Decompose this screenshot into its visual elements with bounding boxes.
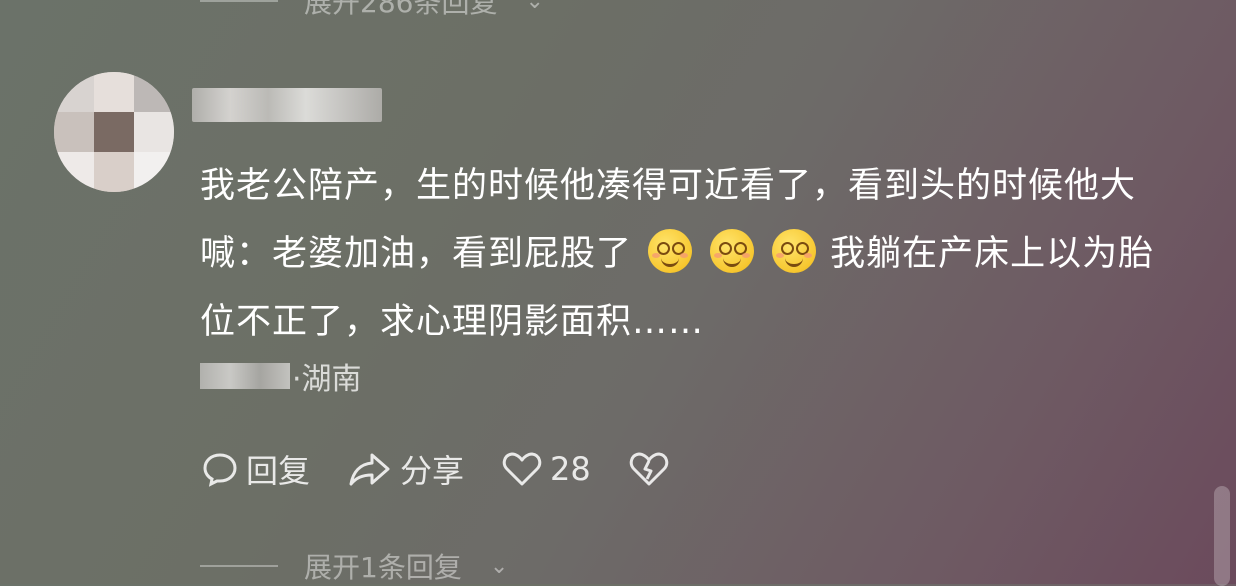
smiling-face-emoji	[710, 229, 755, 273]
divider-line	[200, 0, 278, 2]
like-button[interactable]: 28	[502, 450, 591, 488]
share-label: 分享	[400, 452, 465, 490]
smiling-face-emoji	[772, 229, 817, 273]
comment-actions: 回复 分享 28	[202, 448, 715, 490]
expand-replies-label: 展开286条回复	[304, 0, 498, 19]
comment-text: 我老公陪产，生的时候他凑得可近看了，看到头的时候他大喊：老婆加油，看到屁股了 我…	[200, 152, 1190, 356]
comment-meta: ·湖南	[200, 356, 362, 397]
chevron-down-icon: ⌄	[489, 553, 509, 579]
expand-replies-top[interactable]: 展开286条回复 ⌄	[200, 0, 544, 19]
expand-replies-bottom[interactable]: 展开1条回复 ⌄	[200, 546, 508, 586]
reply-bubble-icon	[203, 453, 237, 487]
scrollbar[interactable]	[1214, 486, 1230, 586]
reply-label: 回复	[246, 452, 311, 490]
divider-line	[200, 565, 278, 567]
reply-button[interactable]: 回复	[202, 446, 310, 492]
broken-heart-icon	[629, 452, 668, 486]
expand-replies-label: 展开1条回复	[304, 551, 462, 584]
like-count: 28	[550, 450, 591, 488]
heart-icon	[502, 452, 542, 486]
chevron-down-icon: ⌄	[525, 0, 544, 14]
avatar[interactable]	[54, 72, 174, 192]
share-button[interactable]: 分享	[348, 446, 464, 492]
timestamp-blurred	[200, 363, 290, 389]
share-arrow-icon	[349, 453, 390, 486]
smiling-face-emoji	[648, 229, 693, 273]
location-label: ·湖南	[292, 362, 362, 397]
dislike-button[interactable]	[629, 451, 677, 487]
username-blurred[interactable]	[192, 88, 382, 122]
